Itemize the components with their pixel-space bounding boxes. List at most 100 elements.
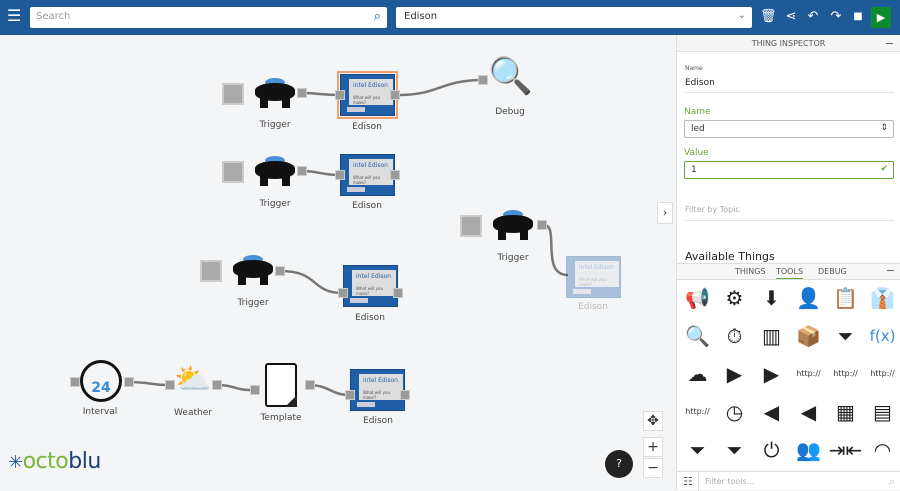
gear-badge-icon[interactable]: ⚙ — [716, 283, 753, 313]
flow-select[interactable]: Edison ⌄ — [396, 7, 752, 28]
function-icon[interactable]: f(x) — [864, 321, 900, 351]
trash-icon[interactable]: 🗑 — [760, 9, 777, 25]
columns-icon[interactable]: ▥ — [753, 321, 790, 351]
port[interactable] — [478, 75, 488, 85]
document-icon — [285, 395, 297, 407]
http-put-icon[interactable]: http:// — [864, 359, 900, 389]
stopwatch-gear-icon[interactable]: ⏱ — [716, 321, 753, 351]
flow-canvas[interactable]: Trigger intel Edison What will you make? … — [0, 35, 675, 490]
node-label: Trigger — [259, 199, 291, 209]
trigger-button-square[interactable] — [222, 83, 244, 105]
name-label: Name — [684, 107, 711, 117]
port[interactable] — [400, 390, 410, 400]
megaphone-icon[interactable]: 📢 — [679, 283, 716, 313]
filter-tools-bar: ☷ Filter tools... ⌕ — [677, 471, 900, 491]
port[interactable] — [390, 170, 400, 180]
port[interactable] — [275, 266, 285, 276]
value-label: Value — [684, 148, 709, 158]
trigger-node[interactable] — [233, 255, 273, 287]
tools-grid: 📢 ⚙ ⬇ 👤 📋 👔 🔍 ⏱ ▥ 📦 ⏷ f(x) ☁ ▶ ▶ http://http://http://h… — [679, 283, 900, 465]
trigger-node[interactable] — [493, 210, 533, 242]
undo-icon[interactable]: ↶ — [805, 9, 821, 25]
redo-icon[interactable]: ↷ — [828, 9, 844, 25]
rss-icon[interactable]: ◠ — [864, 435, 900, 465]
trigger-node[interactable] — [255, 78, 295, 110]
tab-things[interactable]: THINGS — [735, 267, 766, 276]
tie-icon[interactable]: 👔 — [864, 283, 900, 313]
edison-node[interactable]: intel Edison What will you make? — [343, 265, 398, 307]
stop-icon[interactable]: ■ — [850, 9, 866, 25]
port[interactable] — [338, 288, 348, 298]
trigger-button-square[interactable] — [200, 260, 222, 282]
person-info-icon[interactable]: 👤 — [790, 283, 827, 313]
compress-icon[interactable]: ⇥⇤ — [827, 435, 864, 465]
center-view-button[interactable]: ✥ — [643, 411, 663, 431]
funnel-right-icon[interactable]: ▶ — [716, 359, 753, 389]
minimize-icon[interactable]: − — [885, 35, 894, 52]
port[interactable] — [124, 377, 134, 387]
cloud-download-icon[interactable]: ☁ — [679, 359, 716, 389]
help-button[interactable]: ? — [605, 450, 633, 478]
switches-icon[interactable]: ▤ — [864, 397, 900, 427]
port[interactable] — [305, 380, 315, 390]
menu-icon[interactable]: ☰ — [7, 8, 21, 24]
edison-node[interactable]: intel Edison What will you make? — [350, 369, 405, 411]
node-label: Edison — [352, 122, 382, 132]
port[interactable] — [250, 385, 260, 395]
weather-node[interactable]: ⛅ — [170, 360, 216, 400]
plug-icon[interactable]: ⏻ — [753, 435, 790, 465]
port[interactable] — [70, 377, 80, 387]
funnel-left-icon[interactable]: ◀ — [753, 397, 790, 427]
port[interactable] — [297, 166, 307, 176]
node-label: Edison — [363, 416, 393, 426]
funnel-left-icon-2[interactable]: ◀ — [790, 397, 827, 427]
zoom-out-button[interactable]: − — [643, 458, 663, 478]
port[interactable] — [393, 288, 403, 298]
interval-node[interactable]: 24 — [80, 360, 122, 402]
trigger-button-square[interactable] — [222, 161, 244, 183]
funnel-circle-icon[interactable]: ⏷ — [716, 435, 753, 465]
template-node[interactable] — [265, 363, 297, 407]
zoom-in-button[interactable]: + — [643, 437, 663, 457]
funnel-icon[interactable]: ⏷ — [827, 321, 864, 351]
port[interactable] — [212, 380, 222, 390]
people-search-icon[interactable]: 👥 — [790, 435, 827, 465]
edison-node[interactable]: intel Edison What will you make? — [340, 154, 395, 196]
port[interactable] — [335, 170, 345, 180]
calculator-icon[interactable]: ▦ — [827, 397, 864, 427]
funnel-equal-icon[interactable]: ⏷ — [679, 435, 716, 465]
edison-node[interactable]: intel Edison What will you make? — [337, 71, 398, 119]
http-get-icon[interactable]: http:// — [679, 397, 716, 427]
play-button[interactable]: ▶ — [871, 7, 891, 28]
tab-debug[interactable]: DEBUG — [818, 267, 847, 276]
trigger-button-square[interactable] — [460, 215, 482, 237]
debug-node[interactable]: 🔍 — [488, 57, 533, 102]
tab-tools[interactable]: TOOLS — [776, 267, 804, 279]
minimize-icon[interactable]: − — [886, 264, 895, 277]
filter-topic-input[interactable]: Filter by Topic — [685, 205, 740, 214]
box-icon[interactable]: 📦 — [790, 321, 827, 351]
list-view-icon[interactable]: ☷ — [683, 475, 693, 488]
port[interactable] — [537, 220, 547, 230]
port[interactable] — [335, 90, 345, 100]
http-delete-icon[interactable]: http:// — [790, 359, 827, 389]
port[interactable] — [297, 88, 307, 98]
edison-node[interactable]: intel Edison What will you make? — [566, 256, 621, 298]
clipboard-icon[interactable]: 📋 — [827, 283, 864, 313]
search-icon[interactable]: ⌕ — [374, 9, 381, 24]
inspector-header: THING INSPECTOR − — [677, 35, 900, 52]
name-select[interactable]: led ⇕ — [684, 120, 894, 138]
interval-24-icon[interactable]: ◷ — [716, 397, 753, 427]
port[interactable] — [390, 90, 400, 100]
search-gear-icon[interactable]: 🔍 — [679, 321, 716, 351]
download-circle-icon[interactable]: ⬇ — [753, 283, 790, 313]
filter-tools-input[interactable]: Filter tools... — [705, 477, 754, 486]
http-post-icon[interactable]: http:// — [827, 359, 864, 389]
collapse-panel-button[interactable]: › — [657, 202, 673, 224]
port[interactable] — [345, 390, 355, 400]
share-icon[interactable]: ⋖ — [783, 9, 799, 25]
search-input[interactable]: Search ⌕ — [30, 7, 387, 28]
funnel-right-icon-2[interactable]: ▶ — [753, 359, 790, 389]
value-input[interactable]: 1 ✔ — [684, 161, 894, 179]
trigger-node[interactable] — [255, 156, 295, 188]
